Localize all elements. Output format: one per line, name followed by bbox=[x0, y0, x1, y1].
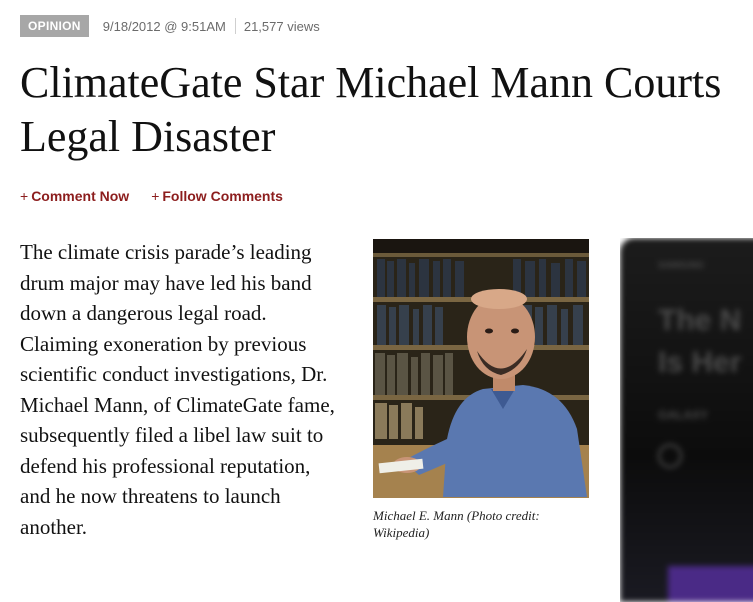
follow-comments-link[interactable]: + Follow Comments bbox=[151, 188, 283, 204]
view-count: 21,577 views bbox=[243, 18, 320, 34]
plus-icon: + bbox=[20, 188, 29, 204]
comment-now-label: Comment Now bbox=[31, 188, 130, 204]
article-actions: + Comment Now + Follow Comments bbox=[20, 188, 283, 204]
article-lead-paragraph: The climate crisis parade’s leading drum… bbox=[20, 240, 335, 539]
ad-brand: SAMSUNG bbox=[658, 260, 705, 270]
section-badge[interactable]: OPINION bbox=[20, 15, 89, 37]
meta-divider bbox=[234, 18, 236, 34]
comment-now-link[interactable]: + Comment Now bbox=[20, 188, 129, 204]
article-headline: ClimateGate Star Michael Mann Courts Leg… bbox=[20, 58, 722, 161]
follow-comments-label: Follow Comments bbox=[162, 188, 283, 204]
ad-product: GALAXY bbox=[658, 408, 709, 422]
author-photo[interactable] bbox=[373, 239, 589, 498]
publish-date: 9/18/2012 @ 9:51AM bbox=[102, 18, 226, 34]
photo-caption: Michael E. Mann (Photo credit: Wikipedia… bbox=[373, 508, 540, 540]
plus-icon: + bbox=[151, 188, 160, 204]
photo-illustration bbox=[373, 239, 589, 498]
ad-headline-line2: Is Her bbox=[658, 346, 742, 379]
ad-blurred-panel: SAMSUNG The N Is Her GALAXY bbox=[620, 238, 753, 602]
ad-phone-screen bbox=[668, 566, 753, 602]
advertisement[interactable]: SAMSUNG The N Is Her GALAXY bbox=[620, 238, 753, 602]
article-meta: OPINION 9/18/2012 @ 9:51AM 21,577 views bbox=[20, 14, 320, 38]
ad-headline-line1: The N bbox=[658, 304, 742, 337]
play-icon bbox=[658, 444, 682, 468]
